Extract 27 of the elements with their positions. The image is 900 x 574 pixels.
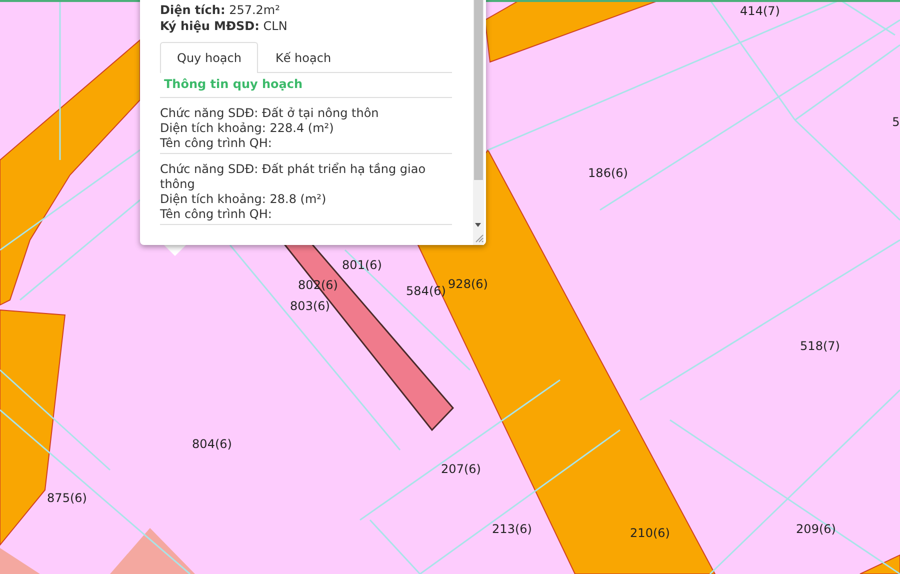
parcel-label: 186(6) <box>588 166 628 180</box>
parcel-label: 5 <box>892 115 900 129</box>
parcel-label: 518(7) <box>800 339 840 353</box>
planning-info-line: Tên công trình QH: <box>160 207 273 222</box>
parcel-label: 804(6) <box>192 437 232 451</box>
resize-grip-icon[interactable] <box>475 234 484 243</box>
planning-info-line: Diện tích khoảng: 228.4 (m²) <box>160 121 335 136</box>
parcel-label: 414(7) <box>740 4 780 18</box>
parcel-label: 875(6) <box>47 491 87 505</box>
tab[interactable]: Quy hoạch <box>160 42 258 73</box>
parcel-label: 928(6) <box>448 277 488 291</box>
scrollbar[interactable] <box>473 0 484 245</box>
planning-info-line: Chức năng SDĐ: Đất ở tại nông thôn <box>160 106 380 121</box>
section-title: Thông tin quy hoạch <box>160 73 452 98</box>
parcel-label: 209(6) <box>796 522 836 536</box>
parcel-label: 207(6) <box>441 462 481 476</box>
parcel-label: 801(6) <box>342 258 382 272</box>
road-area <box>860 554 900 574</box>
planning-info-line: Tên công trình QH: <box>160 136 273 151</box>
parcel-label: 803(6) <box>290 299 330 313</box>
parcel-label: 210(6) <box>630 526 670 540</box>
tab[interactable]: Kế hoạch <box>258 42 348 73</box>
planning-info-line: Diện tích khoảng: 28.8 (m²) <box>160 192 328 207</box>
planning-info-line: Chức năng SDĐ: Đất phát triển hạ tầng giao thông <box>160 162 427 192</box>
parcel-field: Diện tích: 257.2m² <box>160 2 452 18</box>
parcel-label: 213(6) <box>492 522 532 536</box>
parcel-field: Ký hiệu MĐSD: CLN <box>160 18 452 34</box>
